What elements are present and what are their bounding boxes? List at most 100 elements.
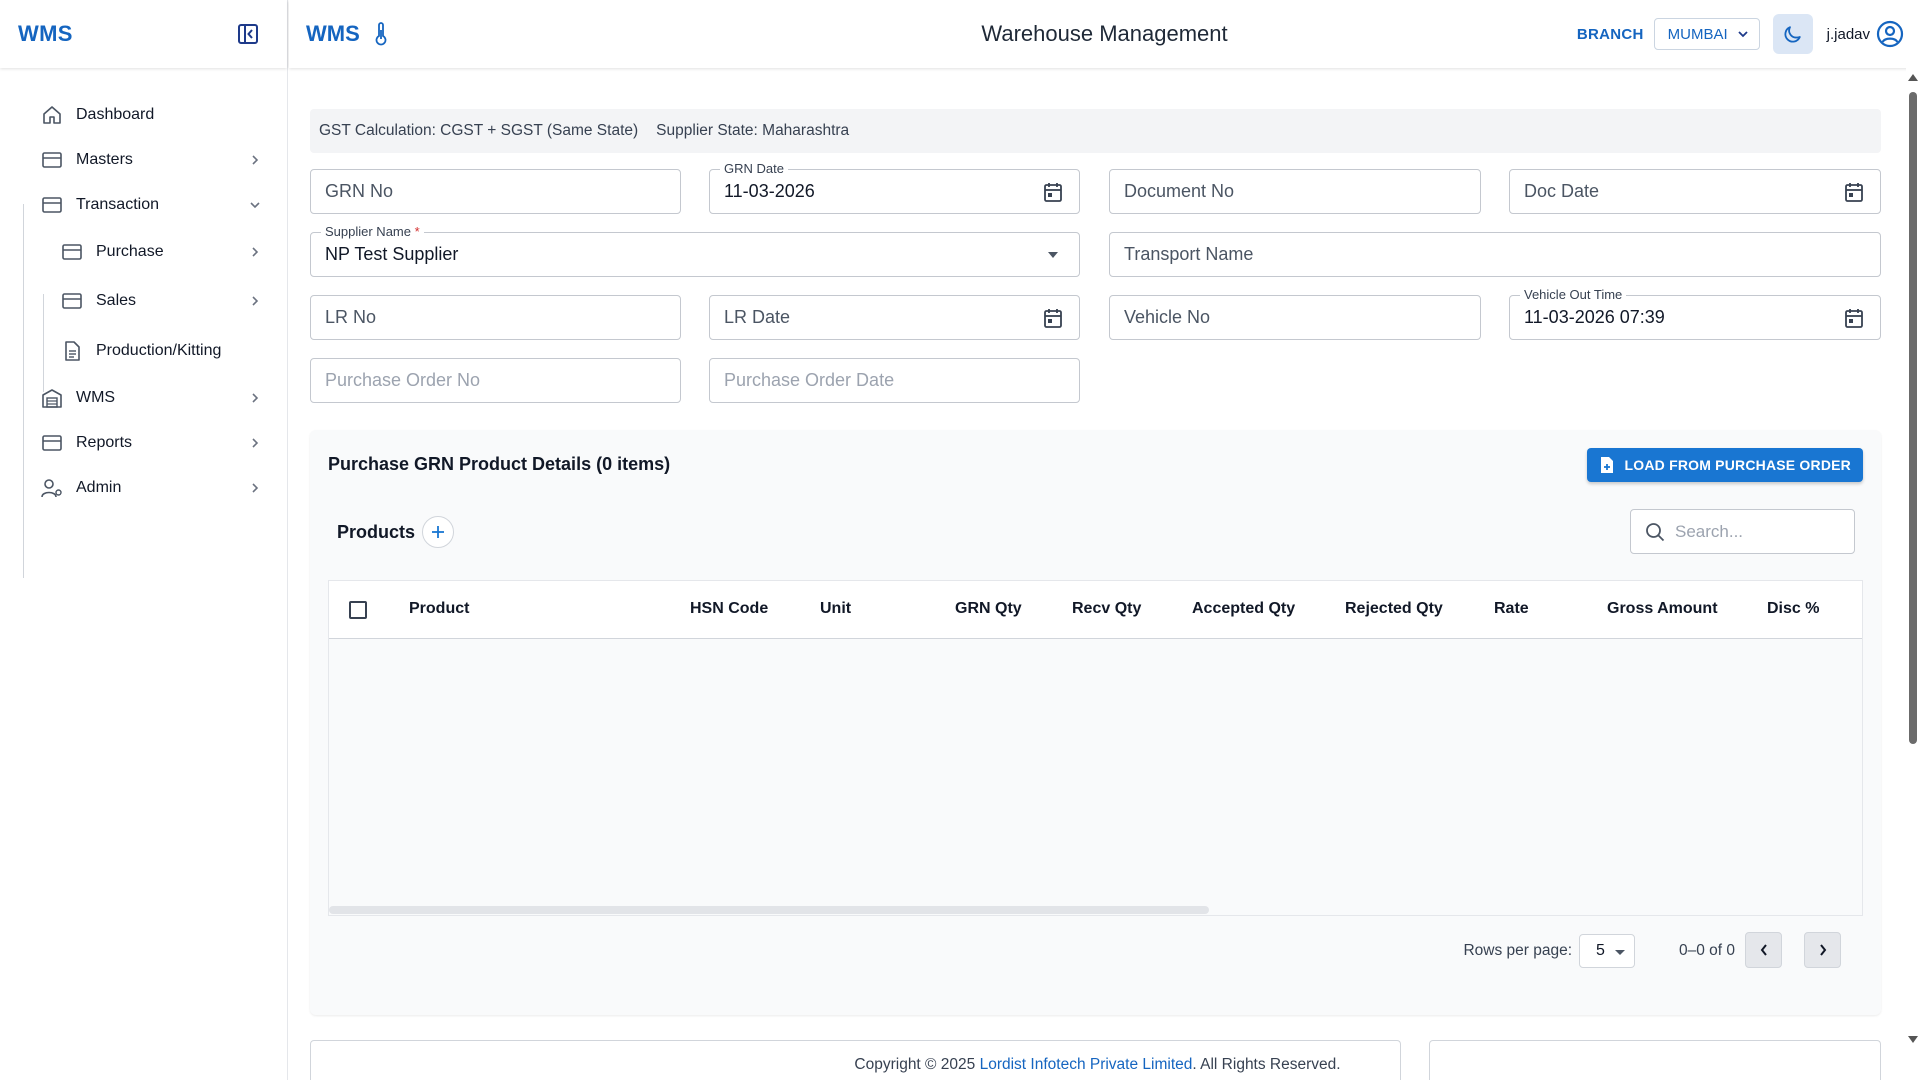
theme-toggle-button[interactable] bbox=[1772, 14, 1813, 54]
sidebar-item-purchase[interactable]: Purchase bbox=[0, 227, 287, 277]
document-icon bbox=[60, 339, 84, 363]
scroll-up-arrow-icon[interactable] bbox=[1908, 74, 1918, 81]
card-icon bbox=[60, 289, 84, 313]
thermometer-icon[interactable] bbox=[374, 22, 388, 46]
user-menu[interactable]: j.jadav bbox=[1827, 20, 1904, 48]
footer-prefix: Copyright © 2025 bbox=[854, 1056, 980, 1073]
grn-no-field[interactable]: GRN No bbox=[310, 169, 681, 214]
sidebar-item-production-kitting[interactable]: Production/Kitting bbox=[0, 326, 287, 376]
footer-suffix: . All Rights Reserved. bbox=[1192, 1056, 1341, 1073]
plus-icon bbox=[432, 526, 444, 538]
chevron-right-icon bbox=[247, 435, 263, 451]
vehicle-out-time-field[interactable]: Vehicle Out Time 11-03-2026 07:39 bbox=[1509, 287, 1881, 340]
calendar-icon[interactable] bbox=[1842, 180, 1866, 204]
sidebar-item-dashboard[interactable]: Dashboard bbox=[0, 92, 287, 137]
pagination-range: 0–0 of 0 bbox=[1678, 942, 1735, 959]
sidebar-item-label: Dashboard bbox=[76, 105, 155, 123]
sidebar-item-wms[interactable]: WMS bbox=[0, 376, 287, 421]
grn-date-field[interactable]: GRN Date 11-03-2026 bbox=[709, 161, 1080, 214]
sidebar-item-transaction[interactable]: Transaction bbox=[0, 182, 287, 227]
lr-date-placeholder: LR Date bbox=[724, 307, 791, 327]
topbar-right: BRANCH MUMBAI j.jadav bbox=[1577, 0, 1904, 68]
calendar-icon[interactable] bbox=[1041, 180, 1065, 204]
sidebar-item-sales[interactable]: Sales bbox=[0, 277, 287, 327]
lr-no-field[interactable]: LR No bbox=[310, 295, 681, 340]
select-all-checkbox[interactable] bbox=[349, 601, 367, 619]
column-header-product[interactable]: Product bbox=[409, 600, 469, 618]
card-icon bbox=[40, 148, 64, 172]
column-header-grn-qty[interactable]: GRN Qty bbox=[955, 600, 1022, 618]
column-header-rejected-qty[interactable]: Rejected Qty bbox=[1345, 600, 1443, 618]
sidebar-header: WMS bbox=[0, 0, 287, 68]
column-header-accepted-qty[interactable]: Accepted Qty bbox=[1192, 600, 1295, 618]
transport-name-field[interactable]: Transport Name bbox=[1109, 232, 1881, 277]
sidebar-item-label: Reports bbox=[76, 434, 133, 451]
column-header-gross-amount[interactable]: Gross Amount bbox=[1607, 600, 1718, 618]
sidebar: WMS Dashboard Masters Transaction Purcha… bbox=[0, 0, 288, 1080]
add-product-button[interactable] bbox=[422, 516, 454, 548]
dropdown-arrow-icon bbox=[1615, 950, 1625, 955]
table-pagination: Rows per page: 5 0–0 of 0 bbox=[328, 932, 1863, 972]
load-from-purchase-order-button[interactable]: LOAD FROM PURCHASE ORDER bbox=[1586, 448, 1863, 482]
column-header-disc-percent[interactable]: Disc % bbox=[1767, 600, 1819, 618]
document-no-field[interactable]: Document No bbox=[1109, 169, 1481, 214]
supplier-name-select[interactable]: Supplier Name * NP Test Supplier bbox=[310, 224, 1080, 277]
topbar: Warehouse Management WMS BRANCH MUMBAI j… bbox=[289, 0, 1920, 68]
account-circle-icon bbox=[1876, 20, 1904, 48]
purchase-order-date-placeholder: Purchase Order Date bbox=[724, 370, 895, 390]
supplier-state-text: Supplier State: Maharashtra bbox=[656, 122, 850, 139]
vertical-scrollbar[interactable] bbox=[1906, 68, 1920, 1080]
user-gear-icon bbox=[40, 476, 64, 500]
previous-page-button[interactable] bbox=[1745, 932, 1782, 968]
sidebar-item-masters[interactable]: Masters bbox=[0, 137, 287, 182]
branch-value: MUMBAI bbox=[1667, 25, 1728, 43]
topbar-logo[interactable]: WMS bbox=[306, 21, 360, 47]
search-placeholder: Search... bbox=[1675, 521, 1744, 541]
required-mark: * bbox=[414, 224, 420, 239]
calendar-icon[interactable] bbox=[1842, 306, 1866, 330]
sidebar-item-label: Purchase bbox=[96, 242, 164, 260]
chevron-right-icon bbox=[247, 152, 263, 168]
scrollbar-thumb[interactable] bbox=[1909, 92, 1917, 744]
doc-date-field[interactable]: Doc Date bbox=[1509, 169, 1881, 214]
rows-per-page-value: 5 bbox=[1596, 942, 1605, 959]
purchase-order-no-placeholder: Purchase Order No bbox=[325, 370, 481, 390]
transport-name-placeholder: Transport Name bbox=[1124, 244, 1254, 264]
product-search-input[interactable]: Search... bbox=[1630, 509, 1855, 554]
grn-date-value: 11-03-2026 bbox=[724, 181, 815, 201]
column-header-hsn-code[interactable]: HSN Code bbox=[690, 600, 768, 618]
products-table: Product HSN Code Unit GRN Qty Recv Qty A… bbox=[328, 580, 1863, 916]
search-icon bbox=[1646, 522, 1665, 541]
branch-select[interactable]: MUMBAI bbox=[1653, 18, 1760, 50]
column-header-rate[interactable]: Rate bbox=[1494, 600, 1529, 618]
calendar-icon[interactable] bbox=[1041, 306, 1065, 330]
next-page-button[interactable] bbox=[1804, 932, 1841, 968]
vehicle-no-placeholder: Vehicle No bbox=[1124, 307, 1211, 327]
document-add-icon bbox=[1600, 457, 1613, 473]
sidebar-logo[interactable]: WMS bbox=[18, 21, 73, 47]
doc-date-placeholder: Doc Date bbox=[1524, 181, 1600, 201]
dropdown-arrow-icon[interactable] bbox=[1041, 243, 1065, 267]
column-header-unit[interactable]: Unit bbox=[820, 600, 851, 618]
collapse-sidebar-button[interactable] bbox=[235, 21, 261, 47]
sidebar-item-label: Masters bbox=[76, 150, 133, 168]
sidebar-item-label: Transaction bbox=[76, 195, 159, 213]
sidebar-collapse-icon bbox=[238, 24, 258, 44]
lr-date-field[interactable]: LR Date bbox=[709, 295, 1080, 340]
rows-per-page-select[interactable]: 5 bbox=[1579, 934, 1635, 968]
card-icon bbox=[40, 193, 64, 217]
vehicle-no-field[interactable]: Vehicle No bbox=[1109, 295, 1481, 340]
scroll-down-arrow-icon[interactable] bbox=[1908, 1036, 1918, 1043]
table-header: Product HSN Code Unit GRN Qty Recv Qty A… bbox=[329, 581, 1862, 639]
branch-label: BRANCH bbox=[1576, 25, 1644, 43]
company-link[interactable]: Lordist Infotech Private Limited bbox=[980, 1056, 1193, 1073]
sidebar-item-admin[interactable]: Admin bbox=[0, 466, 287, 511]
purchase-order-no-field: Purchase Order No bbox=[310, 358, 681, 403]
sidebar-item-reports[interactable]: Reports bbox=[0, 421, 287, 466]
column-header-recv-qty[interactable]: Recv Qty bbox=[1072, 600, 1141, 618]
supplier-name-label-text: Supplier Name bbox=[325, 224, 411, 239]
chevron-down-icon bbox=[247, 197, 263, 213]
horizontal-scrollbar[interactable] bbox=[329, 906, 1209, 914]
chevron-down-icon bbox=[1738, 31, 1748, 38]
vehicle-out-time-value: 11-03-2026 07:39 bbox=[1524, 307, 1665, 327]
